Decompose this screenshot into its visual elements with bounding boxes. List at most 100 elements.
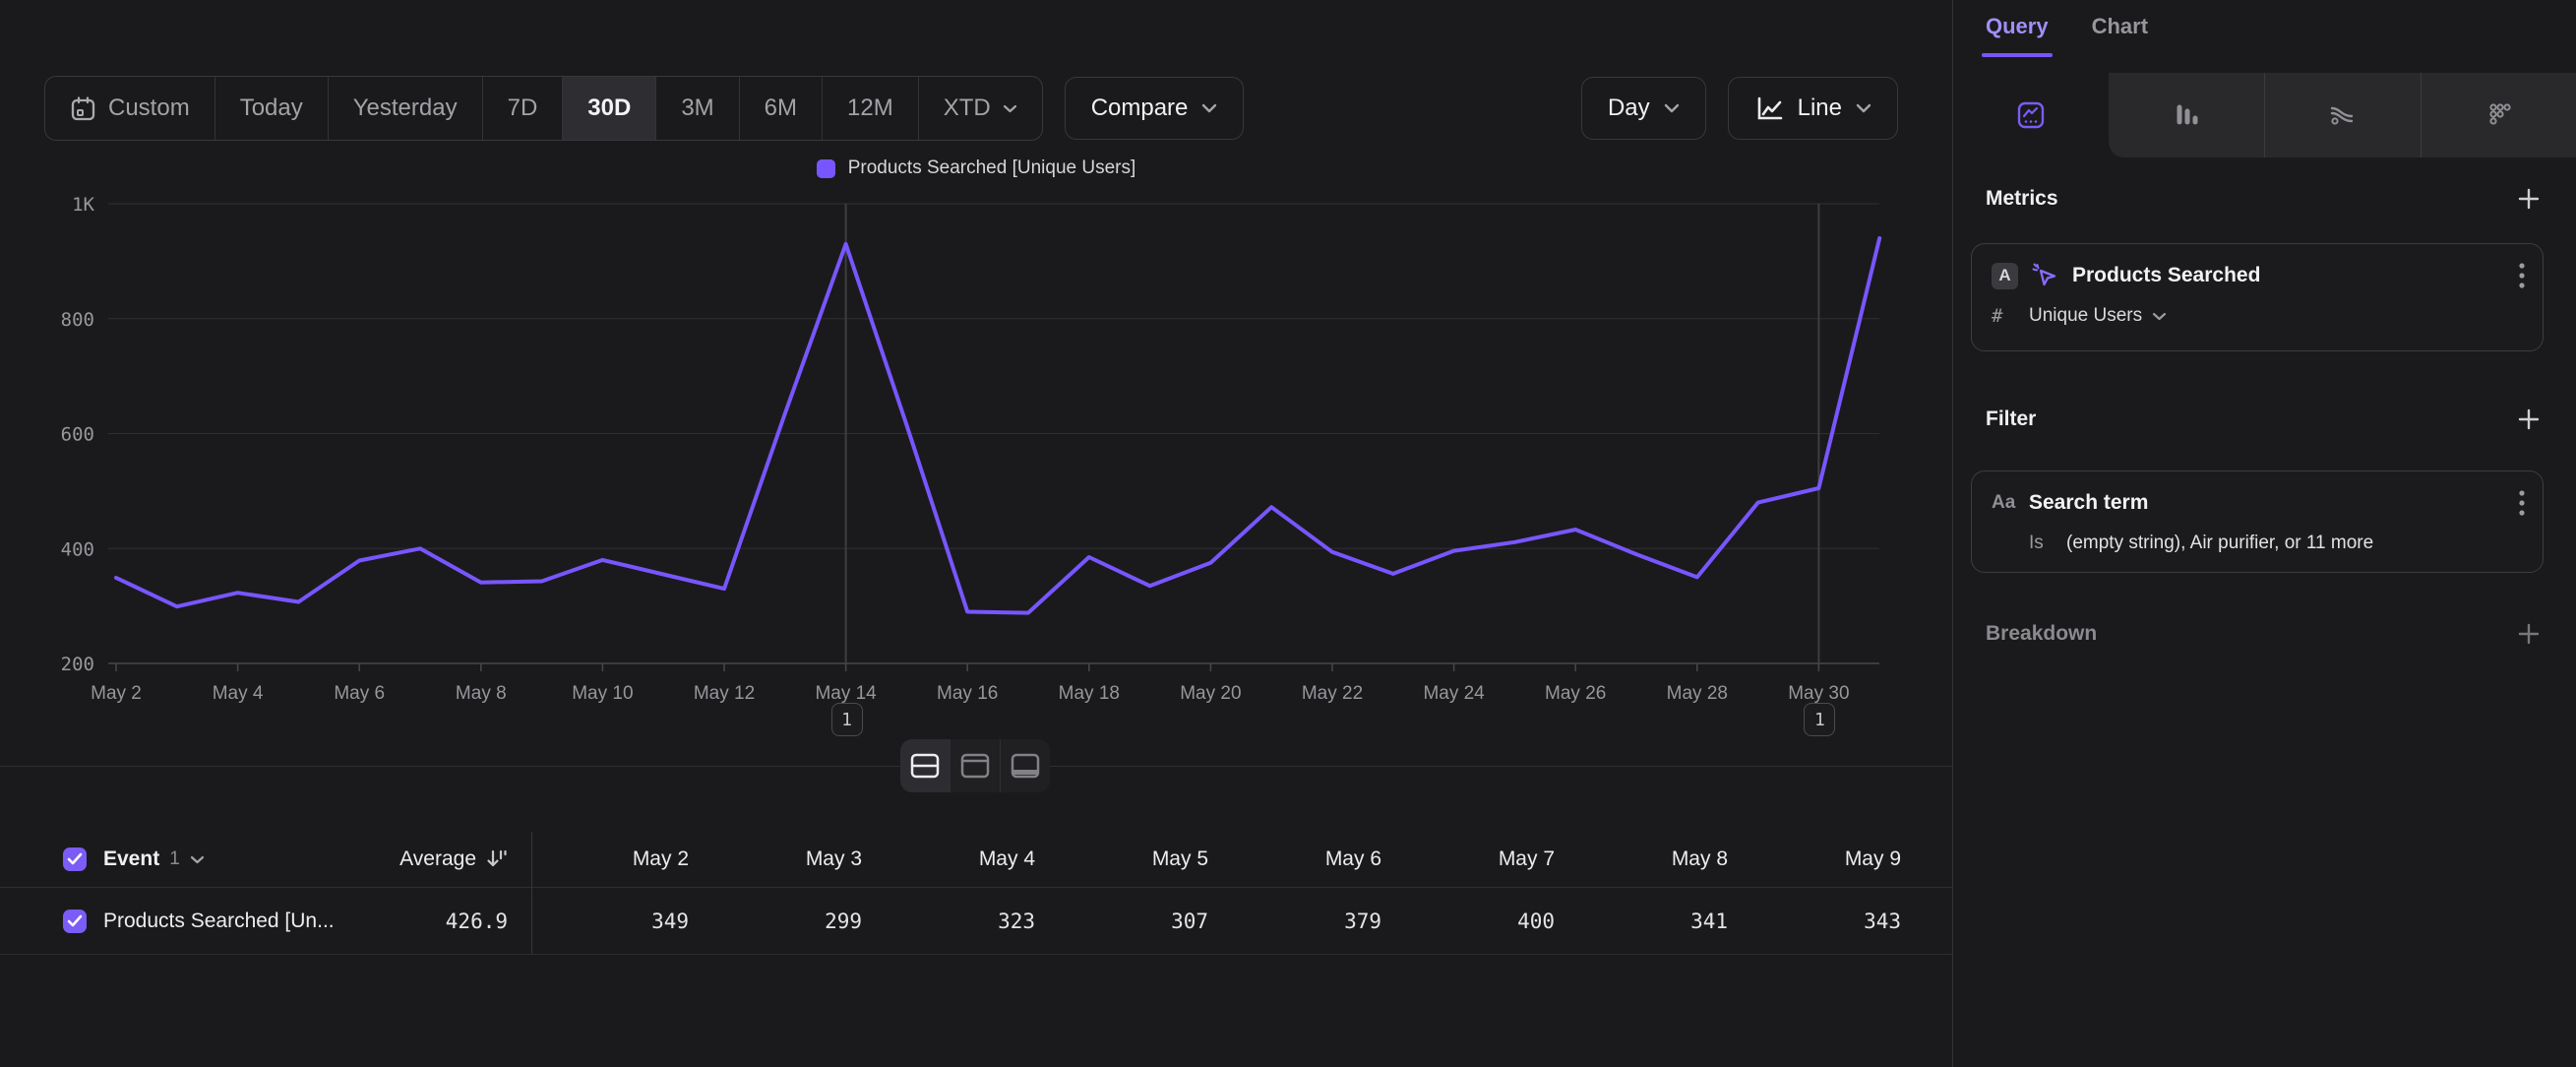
date-range-6m[interactable]: 6M [739,77,822,140]
chart-type-tab-retention[interactable] [2421,73,2576,157]
date-column-header[interactable]: May 6 [1208,847,1381,871]
filter-condition-row[interactable]: Is (empty string), Air purifier, or 11 m… [2029,533,2373,554]
chart-only-icon [960,753,990,779]
x-axis-label: May 10 [572,683,633,704]
value-cell: 349 [516,910,689,933]
chevron-down-icon [1664,103,1680,113]
average-label: Average [399,847,476,871]
metric-aggregation-row[interactable]: # Unique Users [1992,305,2167,327]
average-header[interactable]: Average [399,847,531,871]
query-builder-panel: QueryChart Metrics A Products Searched #… [1952,0,2576,1067]
date-range-custom[interactable]: Custom [45,77,215,140]
filter-property-name: Search term [2029,491,2148,515]
panel-tab-chart[interactable]: Chart [2092,14,2148,55]
date-range-3m[interactable]: 3M [655,77,738,140]
aggregation-type-icon: # [1992,305,2029,327]
date-range-7d[interactable]: 7D [482,77,563,140]
date-column-header[interactable]: May 4 [862,847,1035,871]
table-column-divider [531,832,532,954]
y-axis-label: 600 [61,424,94,446]
layout-toggle-table-only[interactable] [1000,739,1050,792]
split-view-icon [910,753,940,779]
chart-type-tab-insights[interactable] [1953,73,2109,157]
x-axis-label: May 28 [1667,683,1728,704]
plus-icon [2516,621,2542,647]
line-chart-icon [1754,95,1784,122]
bars-icon [2172,100,2201,130]
date-range-30d[interactable]: 30D [562,77,655,140]
report-canvas: Custom Today Yesterday7D 30D 3M 6M 12MXTD Comp… [0,0,1952,1067]
compare-label: Compare [1091,94,1189,122]
date-column-header[interactable]: May 8 [1555,847,1728,871]
select-all-checkbox[interactable] [63,847,87,871]
date-range-label: 30D [587,94,631,122]
date-range-today[interactable]: Today [215,77,328,140]
add-filter-button[interactable] [2515,406,2543,433]
check-icon [67,852,83,866]
date-column-header[interactable]: May 7 [1381,847,1555,871]
date-range-12m[interactable]: 12M [822,77,918,140]
retention-icon [2484,100,2514,130]
plus-icon [2516,407,2542,432]
value-cell: 379 [1208,910,1381,933]
date-column-header[interactable]: May 5 [1035,847,1208,871]
plus-icon [2516,186,2542,212]
series-line[interactable] [116,238,1879,613]
date-range-label: 6M [765,94,797,122]
metric-card[interactable]: A Products Searched # Unique Users [1971,243,2544,351]
chevron-down-icon [1003,104,1017,113]
line-chart[interactable]: 1K800600400200May 2May 4May 6May 8May 10… [0,143,1952,773]
calendar-icon [70,95,96,122]
chevron-down-icon [2152,312,2167,321]
date-range-label: Custom [108,94,190,122]
filter-card-title-row: Aa Search term [1992,489,2525,517]
compare-button[interactable]: Compare [1065,77,1245,140]
chevron-down-icon [1856,103,1871,113]
value-cell: 400 [1381,910,1555,933]
annotation-badge[interactable]: 1 [1804,703,1835,736]
panel-tab-query[interactable]: Query [1986,14,2049,55]
date-range-yesterday[interactable]: Yesterday [328,77,482,140]
x-axis-label: May 2 [91,683,142,704]
x-axis-label: May 24 [1423,683,1485,704]
string-property-icon: Aa [1992,492,2025,514]
table-row[interactable]: Products Searched [Un... 426.9 349299323… [0,888,1952,955]
date-range-label: 3M [681,94,713,122]
date-column-header[interactable]: May 2 [516,847,689,871]
filter-operator: Is [2029,533,2066,554]
layout-toggle-split-view[interactable] [900,739,950,792]
chart-style-button[interactable]: Line [1728,77,1898,140]
date-column-header[interactable]: May 3 [689,847,862,871]
add-metric-button[interactable] [2515,185,2543,213]
layout-toggle-chart-only[interactable] [950,739,1000,792]
sort-descending-icon [484,847,508,871]
annotation-badge[interactable]: 1 [831,703,863,736]
filter-options-menu[interactable] [2519,489,2525,517]
value-cell: 343 [1728,910,1901,933]
date-column-header[interactable]: May 9 [1728,847,1901,871]
insights-report-page: Custom Today Yesterday7D 30D 3M 6M 12MXTD Comp… [0,0,2576,1067]
y-axis-label: 1K [72,194,94,216]
chevron-down-icon[interactable] [190,855,205,864]
x-axis-label: May 20 [1180,683,1241,704]
x-axis-label: May 16 [937,683,998,704]
chart-style-label: Line [1798,94,1842,122]
insights-icon [2016,100,2046,130]
filter-card[interactable]: Aa Search term Is (empty string), Air pu… [1971,471,2544,573]
date-range-xtd[interactable]: XTD [918,77,1042,140]
add-breakdown-button[interactable] [2515,620,2543,648]
x-axis-label: May 6 [334,683,385,704]
date-range-label: Today [240,94,303,122]
event-column-header[interactable]: Event [103,847,159,871]
value-cell: 299 [689,910,862,933]
row-checkbox[interactable] [63,910,87,933]
x-axis-label: May 8 [456,683,507,704]
event-click-icon [2031,262,2058,289]
granularity-button[interactable]: Day [1581,77,1706,140]
y-axis-label: 400 [61,538,94,560]
chart-type-tab-bars[interactable] [2109,73,2264,157]
breakdown-section-header: Breakdown [1986,620,2543,648]
chart-type-tab-flows[interactable] [2264,73,2421,157]
date-column-headers: May 2May 3May 4May 5May 6May 7May 8May 9 [516,847,1901,871]
metric-options-menu[interactable] [2519,262,2525,289]
